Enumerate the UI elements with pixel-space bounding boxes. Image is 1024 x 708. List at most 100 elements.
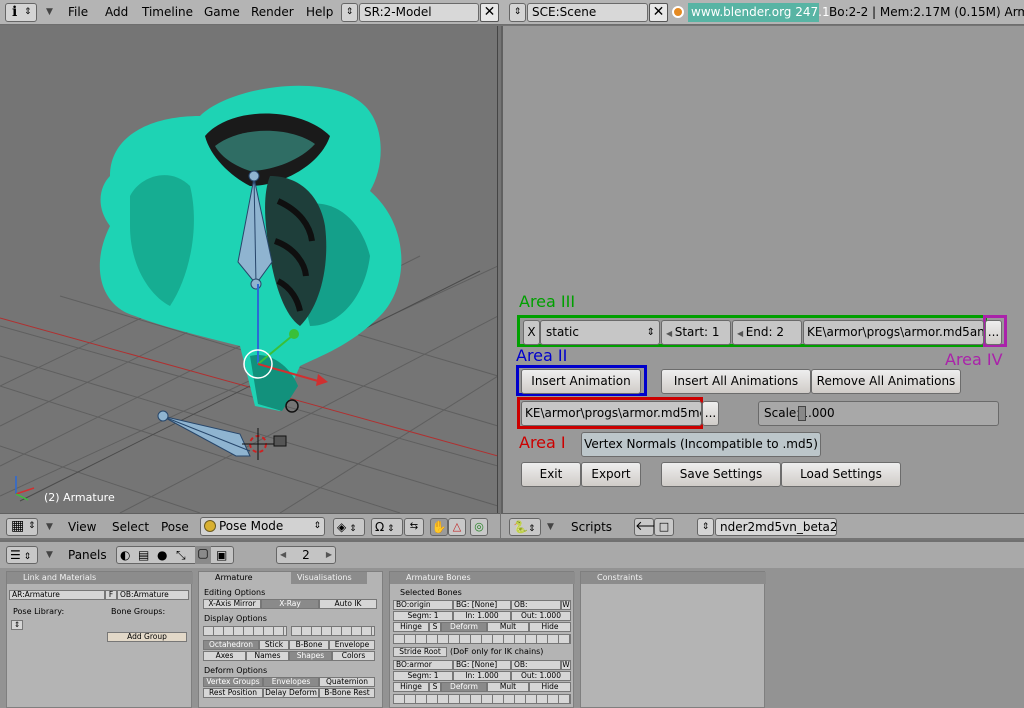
bone-object-field[interactable]: OB: <box>511 660 561 670</box>
hinge-toggle[interactable]: Hinge <box>393 682 429 692</box>
scene-context-icon[interactable]: ▣ <box>216 548 227 562</box>
bone-layers-2[interactable] <box>393 694 571 704</box>
snap-button[interactable]: ⇆ <box>404 518 424 536</box>
scripts-menu[interactable]: Scripts <box>571 520 612 534</box>
export-button[interactable]: Export <box>581 462 641 487</box>
envelopes-toggle[interactable]: Envelopes <box>263 677 319 687</box>
pose-library-browse[interactable]: ⇕ <box>11 620 23 630</box>
editing-context-icon[interactable]: ▢ <box>195 546 211 564</box>
bone-object-field[interactable]: OB: <box>511 600 561 610</box>
menu-game[interactable]: Game <box>204 5 240 19</box>
script-browse-button[interactable]: ⇕ <box>697 518 714 536</box>
rotate-manipulator-icon[interactable]: ◎ <box>470 518 488 536</box>
bone-in-field[interactable]: In: 1.000 <box>453 611 511 621</box>
frame-field[interactable]: ◀ 2 ▶ <box>276 546 336 564</box>
stride-root-toggle[interactable]: Stride Root <box>393 647 447 657</box>
python-icon[interactable]: 🐍⇕ <box>509 518 541 536</box>
bone-w-button[interactable]: W <box>561 600 571 610</box>
anim-path-field[interactable]: KE\armor\progs\armor.md5anim <box>803 320 984 345</box>
script-name-field[interactable]: nder2md5vn_beta2.p <box>715 518 837 536</box>
insert-animation-button[interactable]: Insert Animation <box>521 369 641 394</box>
menu-timeline[interactable]: Timeline <box>142 5 193 19</box>
screen-browse-button[interactable]: ⇕ <box>341 3 358 22</box>
arrow-left-icon[interactable]: 🡐 <box>634 518 670 536</box>
vertex-groups-toggle[interactable]: Vertex Groups <box>203 677 263 687</box>
mesh-path-field[interactable]: KE\armor\progs\armor.md5mesh <box>521 401 702 426</box>
panels-menu[interactable]: Panels <box>68 548 107 562</box>
stick-toggle[interactable]: Stick <box>259 640 289 650</box>
s-toggle[interactable]: S <box>429 682 441 692</box>
menu-pose[interactable]: Pose <box>161 520 189 534</box>
menu-add[interactable]: Add <box>105 5 128 19</box>
anim-remove-button[interactable]: X <box>523 320 540 345</box>
bone-segm-field[interactable]: Segm: 1 <box>393 611 453 621</box>
mode-select[interactable]: Pose Mode ⇕ <box>200 517 325 536</box>
envelope-toggle[interactable]: Envelope <box>329 640 375 650</box>
info-icon[interactable]: i ⇕ <box>5 3 37 22</box>
anim-start-field[interactable]: ◀ Start: 1 <box>661 320 731 345</box>
buttons-window-icon[interactable]: ☰ ⇕ <box>6 546 38 564</box>
insert-all-animations-button[interactable]: Insert All Animations <box>661 369 811 394</box>
s-toggle[interactable]: S <box>429 622 441 632</box>
exit-button[interactable]: Exit <box>521 462 581 487</box>
fullscreen-button[interactable]: □ <box>654 518 674 536</box>
armature-data-field[interactable]: AR:Armature <box>9 590 105 600</box>
fake-user-button[interactable]: F <box>105 590 117 600</box>
rest-position-toggle[interactable]: Rest Position <box>203 688 263 698</box>
mesh-browse-button[interactable]: ... <box>702 401 719 426</box>
xaxis-mirror-toggle[interactable]: X-Axis Mirror <box>203 599 261 609</box>
hinge-toggle[interactable]: Hinge <box>393 622 429 632</box>
shading-button[interactable]: ◈ ⇕ <box>333 518 365 536</box>
bone-out-field[interactable]: Out: 1.000 <box>511 671 571 681</box>
menu-file[interactable]: File <box>68 5 88 19</box>
collapse-triangle-icon[interactable]: ▼ <box>46 522 53 532</box>
bone-segm-field[interactable]: Segm: 1 <box>393 671 453 681</box>
menu-select[interactable]: Select <box>112 520 149 534</box>
bone-layers-1[interactable] <box>393 634 571 644</box>
pivot-button[interactable]: Ω ⇕ <box>371 518 403 536</box>
axes-toggle[interactable]: Axes <box>203 651 246 661</box>
scene-name-field[interactable]: SCE:Scene <box>527 3 648 22</box>
save-settings-button[interactable]: Save Settings <box>661 462 781 487</box>
auto-ik-toggle[interactable]: Auto IK <box>319 599 377 609</box>
object-context-icon[interactable]: ⤡ <box>176 548 186 563</box>
bone-in-field[interactable]: In: 1.000 <box>453 671 511 681</box>
layer-buttons-left[interactable] <box>203 626 287 636</box>
screen-name-field[interactable]: SR:2-Model <box>359 3 479 22</box>
deform-toggle[interactable]: Deform <box>441 622 487 632</box>
panel-title[interactable]: Link and Materials <box>7 572 193 584</box>
anim-end-field[interactable]: ◀ End: 2 <box>732 320 802 345</box>
panel-title[interactable]: Constraints <box>581 572 766 584</box>
load-settings-button[interactable]: Load Settings <box>781 462 901 487</box>
panel-title[interactable]: Armature Bones <box>390 572 575 584</box>
anim-type-select[interactable]: static ⇕ <box>540 320 660 345</box>
bbone-rest-toggle[interactable]: B-Bone Rest <box>319 688 375 698</box>
collapse-triangle-icon[interactable]: ▼ <box>46 7 53 17</box>
mult-toggle[interactable]: Mult <box>487 622 529 632</box>
add-group-button[interactable]: Add Group <box>107 632 187 642</box>
hide-toggle[interactable]: Hide <box>529 622 571 632</box>
xray-toggle[interactable]: X-Ray <box>261 599 319 609</box>
bone-name-field[interactable]: BO:origin <box>393 600 453 610</box>
bone-name-field[interactable]: BO:armor <box>393 660 453 670</box>
scale-slider-knob[interactable] <box>798 406 807 421</box>
menu-help[interactable]: Help <box>306 5 333 19</box>
translate-manipulator-icon[interactable]: △ <box>448 518 466 536</box>
scene-close-button[interactable]: ✕ <box>649 3 668 22</box>
object-field[interactable]: OB:Armature <box>117 590 189 600</box>
bbone-toggle[interactable]: B-Bone <box>289 640 329 650</box>
deform-toggle[interactable]: Deform <box>441 682 487 692</box>
script-context-icon[interactable]: ▤ <box>138 548 149 562</box>
visualisations-tab[interactable]: Visualisations <box>291 572 367 584</box>
menu-render[interactable]: Render <box>251 5 294 19</box>
bone-group-field[interactable]: BG: [None] <box>453 660 511 670</box>
bone-group-field[interactable]: BG: [None] <box>453 600 511 610</box>
collapse-triangle-icon[interactable]: ▼ <box>547 522 554 532</box>
colors-toggle[interactable]: Colors <box>332 651 375 661</box>
grid-icon[interactable]: ▦ ⇕ <box>6 518 38 536</box>
layer-buttons-right[interactable] <box>291 626 375 636</box>
logic-icon[interactable]: ◐ <box>120 548 130 562</box>
screen-close-button[interactable]: ✕ <box>480 3 499 22</box>
octahedron-toggle[interactable]: Octahedron <box>203 640 259 650</box>
quaternion-toggle[interactable]: Quaternion <box>319 677 375 687</box>
